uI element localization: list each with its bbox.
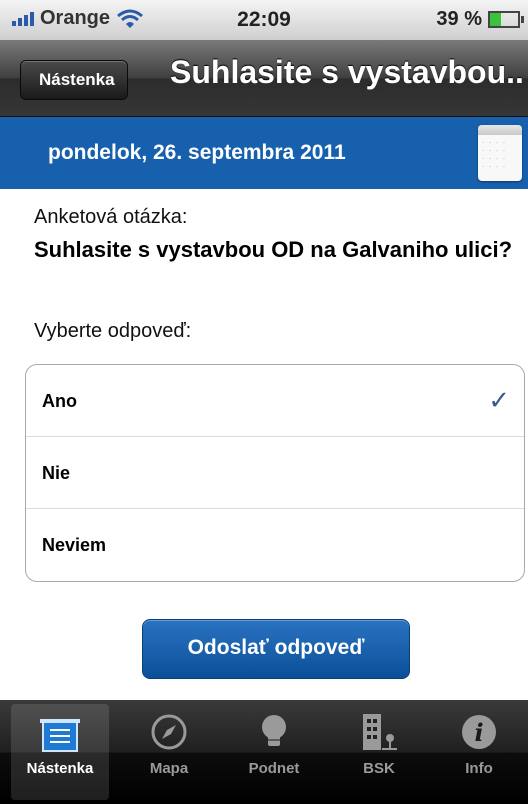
board-icon <box>40 719 80 752</box>
battery-percent: 39 % <box>436 8 482 30</box>
tab-bsk[interactable]: BSK <box>330 700 428 804</box>
status-bar: Orange 22:09 39 % <box>0 0 528 40</box>
date-header: pondelok, 26. septembra 2011 · · · · · · … <box>0 117 528 189</box>
option-nie[interactable]: Nie <box>26 437 524 509</box>
battery-icon <box>488 11 524 28</box>
option-label: Ano <box>42 391 77 411</box>
tab-label: BSK <box>363 760 395 777</box>
question-label: Anketová otázka: <box>34 206 188 228</box>
lightbulb-icon <box>262 715 286 746</box>
battery-group: 39 % <box>436 8 524 31</box>
option-label: Neviem <box>42 535 107 555</box>
submit-answer-button[interactable]: Odoslať odpoveď <box>142 619 410 679</box>
compass-icon <box>151 714 187 750</box>
tab-podnet[interactable]: Podnet <box>225 700 323 804</box>
date-label: pondelok, 26. septembra 2011 <box>48 141 346 164</box>
info-icon: i <box>462 715 496 749</box>
tab-label: Podnet <box>248 760 300 777</box>
tab-label: Info <box>465 760 493 777</box>
navigation-bar: Nástenka Suhlasite s vystavbou... <box>0 40 528 117</box>
poll-question: Suhlasite s vystavbou OD na Galvaniho ul… <box>34 237 513 262</box>
calendar-icon[interactable]: · · · · · · · · · · · · · · · · <box>478 125 522 181</box>
tab-info[interactable]: i Info <box>430 700 528 804</box>
tab-bar: Nástenka Mapa Podnet BSK i Info <box>0 700 528 804</box>
back-button[interactable]: Nástenka <box>20 60 128 100</box>
page-title: Suhlasite s vystavbou... <box>170 54 524 90</box>
answer-options: Ano ✓ Nie Neviem <box>25 364 525 582</box>
option-neviem[interactable]: Neviem <box>26 509 524 581</box>
tab-mapa[interactable]: Mapa <box>120 700 218 804</box>
building-icon <box>363 714 397 750</box>
tab-label: Nástenka <box>26 760 94 777</box>
tab-label: Mapa <box>149 760 189 777</box>
tab-nastenka[interactable]: Nástenka <box>11 704 109 800</box>
checkmark-icon: ✓ <box>488 385 510 415</box>
option-label: Nie <box>42 463 71 483</box>
option-ano[interactable]: Ano ✓ <box>26 365 524 437</box>
svg-text:i: i <box>474 718 483 747</box>
choose-label: Vyberte odpoveď: <box>34 320 192 342</box>
back-button-label: Nástenka <box>39 70 115 89</box>
